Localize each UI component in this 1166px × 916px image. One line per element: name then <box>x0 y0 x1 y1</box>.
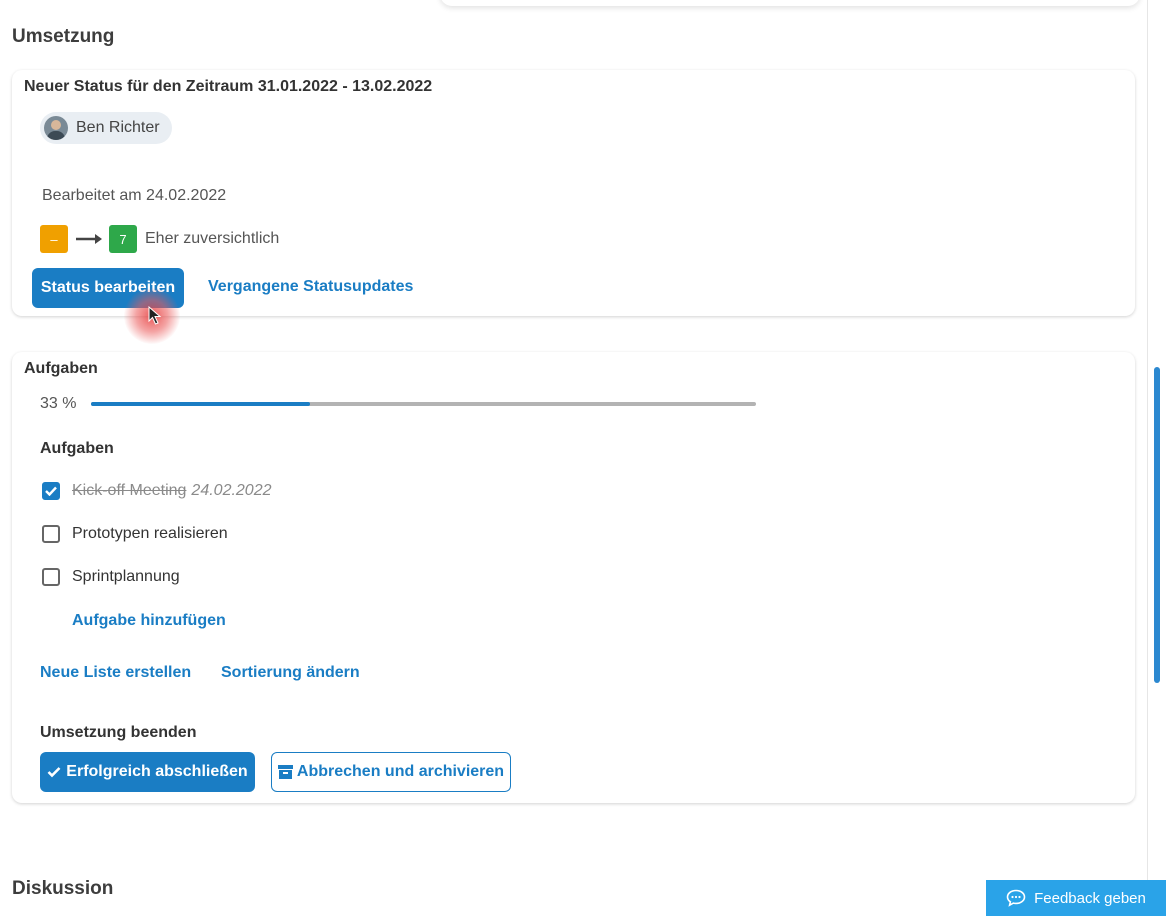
task-label[interactable]: Sprintplannung <box>72 568 180 586</box>
feedback-label: Feedback geben <box>1034 889 1146 907</box>
chat-bubble-icon <box>1006 889 1026 907</box>
status-text: Eher zuversichtlich <box>145 230 280 247</box>
new-list-link[interactable]: Neue Liste erstellen <box>40 664 191 682</box>
feedback-button[interactable]: Feedback geben <box>986 880 1166 916</box>
archive-button-label: Abbrechen und archivieren <box>296 763 505 780</box>
edit-status-button[interactable]: Status bearbeiten <box>32 268 184 308</box>
scrollbar-thumb[interactable] <box>1154 367 1160 683</box>
add-task-link[interactable]: Aufgabe hinzufügen <box>72 612 226 630</box>
avatar <box>44 116 68 140</box>
archive-icon <box>277 765 293 779</box>
past-status-updates-link[interactable]: Vergangene Statusupdates <box>208 278 413 296</box>
task-item: Prototypen realisieren <box>42 525 228 543</box>
task-label[interactable]: Prototypen realisieren <box>72 525 228 543</box>
user-chip[interactable]: Ben Richter <box>40 112 172 144</box>
task-item: Sprintplannung <box>42 568 180 586</box>
status-change-row: – 7 Eher zuversichtlich <box>40 225 279 253</box>
task-checkbox[interactable] <box>42 568 60 586</box>
complete-button-label: Erfolgreich abschließen <box>66 763 248 780</box>
check-icon <box>47 767 61 778</box>
task-list-title: Aufgaben <box>40 440 114 457</box>
user-name: Ben Richter <box>76 119 160 136</box>
edited-date: Bearbeitet am 24.02.2022 <box>42 187 227 204</box>
previous-status-badge: – <box>40 225 68 253</box>
task-item: Kick-off Meeting 24.02.2022 <box>42 482 272 500</box>
sort-link[interactable]: Sortierung ändern <box>221 664 360 682</box>
previous-card-edge <box>440 0 1140 6</box>
finish-title: Umsetzung beenden <box>40 724 197 741</box>
task-checkbox[interactable] <box>42 525 60 543</box>
tasks-card: Aufgaben 33 % Aufgaben Kick-off Meeting … <box>12 352 1135 803</box>
progress-fill <box>91 402 311 406</box>
arrow-right-icon <box>76 234 102 244</box>
new-status-badge: 7 <box>109 225 137 253</box>
cancel-and-archive-button[interactable]: Abbrechen und archivieren <box>271 752 511 792</box>
mouse-cursor-icon <box>148 306 162 325</box>
progress-label: 33 % <box>40 395 77 412</box>
scrollbar[interactable] <box>1147 0 1166 916</box>
tasks-card-heading: Aufgaben <box>24 360 98 377</box>
complete-successfully-button[interactable]: Erfolgreich abschließen <box>40 752 255 792</box>
task-label[interactable]: Kick-off Meeting <box>72 482 186 500</box>
page: Umsetzung Neuer Status für den Zeitraum … <box>0 0 1166 916</box>
status-card-heading: Neuer Status für den Zeitraum 31.01.2022… <box>24 78 433 95</box>
checkmark-icon <box>45 486 57 496</box>
task-checkbox[interactable] <box>42 482 60 500</box>
section-title-discussion: Diskussion <box>12 878 114 899</box>
section-title-umsetzung: Umsetzung <box>12 26 115 47</box>
task-date: 24.02.2022 <box>191 482 272 499</box>
status-card: Neuer Status für den Zeitraum 31.01.2022… <box>12 70 1135 316</box>
progress-bar <box>91 402 756 406</box>
